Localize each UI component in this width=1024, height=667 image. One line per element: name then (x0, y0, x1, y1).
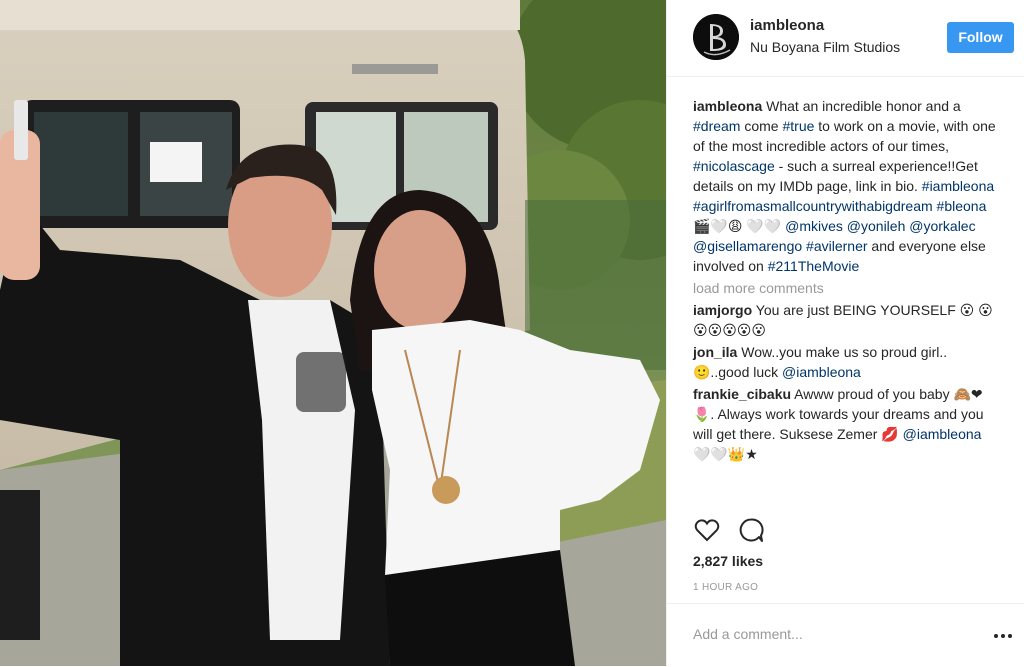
header-username[interactable]: iambleona (750, 17, 824, 34)
avatar[interactable] (693, 14, 739, 60)
comment-mention[interactable]: @iambleona (903, 426, 982, 442)
comment-username[interactable]: frankie_cibaku (693, 386, 791, 402)
hashtag-iambleona[interactable]: #iambleona (922, 178, 994, 194)
comment-item: jon_ila Wow..you make us so proud girl..… (693, 342, 1001, 382)
mention-gisellamarengo[interactable]: @gisellamarengo (693, 238, 802, 254)
header-location[interactable]: Nu Boyana Film Studios (750, 39, 900, 55)
post-timestamp[interactable]: 1 HOUR AGO (693, 582, 758, 593)
comment-tail: 🤍🤍👑★ (693, 446, 758, 462)
caption: iambleona What an incredible honor and a… (693, 96, 1001, 276)
add-comment-bar (667, 603, 1024, 667)
post-photo[interactable] (0, 0, 666, 666)
hashtag-true[interactable]: #true (782, 118, 814, 134)
heart-outline-icon[interactable] (693, 516, 721, 544)
caption-emoji: 🎬🤍😩 🤍🤍 (693, 218, 786, 234)
like-count[interactable]: 2,827 likes (693, 553, 763, 569)
comment-bubble-icon[interactable] (737, 516, 765, 544)
load-more-comments[interactable]: load more comments (693, 278, 1001, 298)
mention-yonileh[interactable]: @yonileh (847, 218, 906, 234)
comment-item: frankie_cibaku Awww proud of you baby 🙈❤… (693, 384, 1001, 464)
photo-illustration (0, 0, 666, 666)
post-header: iambleona Nu Boyana Film Studios Follow (667, 0, 1024, 77)
caption-text-2: come (740, 118, 783, 134)
comment-item: iamjorgo You are just BEING YOURSELF 😮 😮… (693, 300, 1001, 340)
comment-username[interactable]: iamjorgo (693, 302, 752, 318)
follow-button[interactable]: Follow (947, 22, 1014, 53)
hashtag-agirlfromasmallcountry[interactable]: #agirlfromasmallcountrywithabigdream (693, 198, 933, 214)
caption-username[interactable]: iambleona (693, 98, 762, 114)
avatar-logo-icon (693, 14, 739, 60)
more-options-icon[interactable] (993, 632, 1013, 640)
mention-yorkalec[interactable]: @yorkalec (909, 218, 975, 234)
comments-section: iambleona What an incredible honor and a… (693, 96, 1001, 466)
caption-text-1: What an incredible honor and a (762, 98, 961, 114)
mention-mkives[interactable]: @mkives (785, 218, 843, 234)
action-bar (693, 516, 1013, 544)
hashtag-bleona[interactable]: #bleona (937, 198, 987, 214)
comment-mention[interactable]: @iambleona (782, 364, 861, 380)
hashtag-avilerner[interactable]: #avilerner (806, 238, 867, 254)
comment-input[interactable] (693, 622, 973, 646)
hashtag-dream[interactable]: #dream (693, 118, 740, 134)
comment-username[interactable]: jon_ila (693, 344, 737, 360)
post-sidebar: iambleona Nu Boyana Film Studios Follow … (666, 0, 1024, 666)
hashtag-211themovie[interactable]: #211TheMovie (768, 258, 860, 274)
hashtag-nicolascage[interactable]: #nicolascage (693, 158, 775, 174)
